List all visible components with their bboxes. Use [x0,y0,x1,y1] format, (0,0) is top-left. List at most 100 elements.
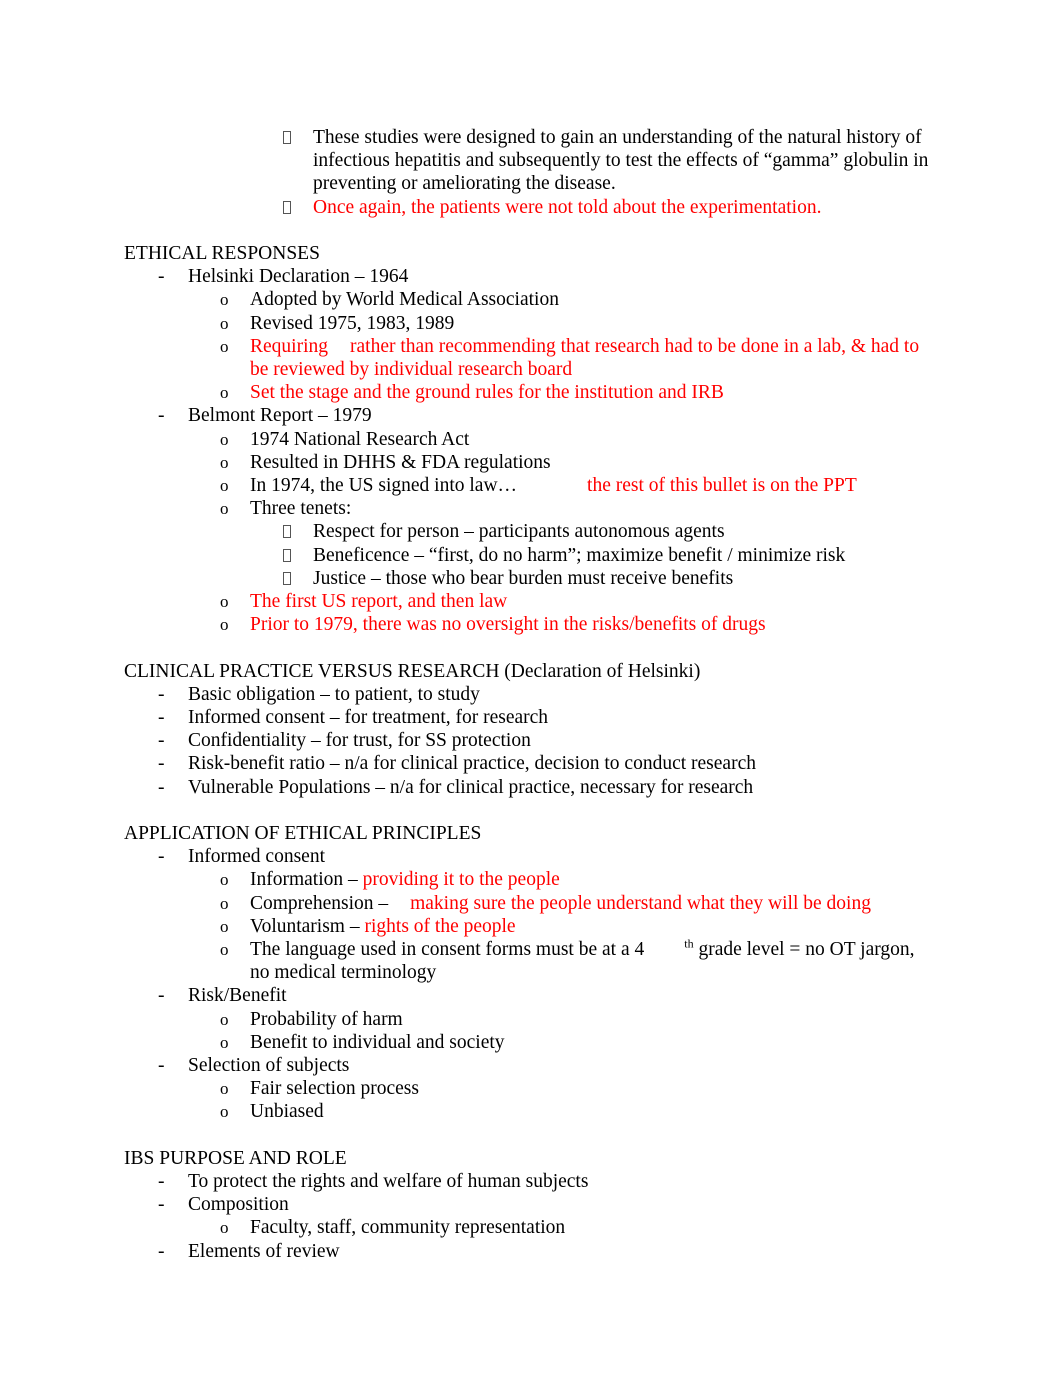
outline-text: Vulnerable Populations – n/a for clinica… [188,776,754,798]
outline-item-level-1: - Vulnerable Populations – n/a for clinic… [158,776,936,799]
outline-text: Unbiased [250,1101,324,1123]
outline-text-primary: Voluntarism – [250,915,360,937]
outline-text-primary: Requiring [250,335,328,357]
outline-item-level-2: o Adopted by World Medical Association [220,288,936,311]
outline-item-level-3: Respect for person – participants autono… [283,520,936,543]
outline-item-level-1: - Basic obligation – to patient, to study [158,683,936,706]
outline-text: Confidentiality – for trust, for SS prot… [188,730,531,752]
outline-text: Three tenets: [250,498,352,520]
outline-text: 1974 National Research Act [250,428,470,450]
section-heading: ETHICAL RESPONSES [124,242,936,265]
bullet-tofu-icon [283,544,313,567]
outline-text: Respect for person – participants autono… [313,521,725,543]
bullet-dash-icon: - [158,1055,165,1077]
outline-text: To protect the rights and welfare of hum… [188,1171,589,1193]
outline-text: Adopted by World Medical Association [250,289,559,311]
ordinal-superscript: th [684,936,694,951]
bullet-o-icon: o [220,1218,229,1238]
bullet-dash-icon: - [158,846,165,868]
outline-item-level-2: o Comprehension – making sure the people u… [220,892,936,915]
outline-text: Informed consent [188,846,325,868]
bullet-tofu-icon [283,196,313,219]
outline-item-level-2: o Voluntarism – rights of the people [220,915,936,938]
bullet-o-icon: o [220,429,229,449]
outline-item-level-1: - Belmont Report – 1979 [158,404,936,427]
missing-glyph-box-icon [283,571,291,585]
bullet-dash-icon: - [158,1171,165,1193]
outline-item-level-3: Justice – those who bear burden must rec… [283,567,936,590]
outline-item-level-2: o The first US report, and then law [220,590,936,613]
bullet-o-icon: o [220,452,229,472]
outline-item-level-2: o Benefit to individual and society [220,1031,936,1054]
bullet-o-icon: o [220,336,229,356]
outline-text: Risk-benefit ratio – n/a for clinical pr… [188,753,756,775]
outline-text: These studies were designed to gain an u… [313,127,929,195]
outline-item-level-2: o The language used in consent forms must… [220,936,936,984]
outline-text: Fair selection process [250,1078,419,1100]
outline-text: ETHICAL RESPONSES [124,243,320,264]
document-body: These studies were designed to gain an u… [124,126,936,1263]
outline-item-level-3: Once again, the patients were not told a… [283,196,936,219]
outline-text: APPLICATION OF ETHICAL PRINCIPLES [124,823,482,845]
section-heading: APPLICATION OF ETHICAL PRINCIPLES [124,822,936,845]
bullet-o-icon: o [220,499,229,519]
outline-item-level-1: - To protect the rights and welfare of hu… [158,1170,936,1193]
outline-text-primary: The language used in consent forms must … [250,939,645,961]
bullet-o-icon: o [220,615,229,635]
outline-text: Belmont Report – 1979 [188,405,372,427]
missing-glyph-box-icon [283,525,291,539]
outline-item-level-2: o Resulted in DHHS & FDA regulations [220,451,936,474]
outline-item-level-2: o Prior to 1979, there was no oversight i… [220,613,936,636]
bullet-o-icon: o [220,476,229,496]
outline-text-secondary: providing it to the people [362,869,560,891]
bullet-o-icon: o [220,940,229,960]
bullet-tofu-icon [283,520,313,543]
bullet-o-icon: o [220,1032,229,1052]
outline-text: Prior to 1979, there was no oversight in… [250,614,766,636]
outline-text-secondary: rights of the people [364,915,516,937]
outline-text-primary: Comprehension – [250,892,389,914]
bullet-o-icon: o [220,1079,229,1099]
outline-text: Selection of subjects [188,1055,350,1077]
outline-item-level-2: o Revised 1975, 1983, 1989 [220,312,936,335]
document-page: These studies were designed to gain an u… [0,0,1062,1377]
bullet-dash-icon: - [158,753,165,775]
outline-text-secondary: rather than recommending that research h… [250,335,920,381]
outline-text: Informed consent – for treatment, for re… [188,707,549,729]
outline-text: Once again, the patients were not told a… [313,196,822,218]
outline-text: Elements of review [188,1240,340,1262]
outline-item-level-2: o Unbiased [220,1100,936,1123]
bullet-tofu-icon [283,567,313,590]
bullet-o-icon: o [220,383,229,403]
bullet-dash-icon: - [158,707,165,729]
bullet-o-icon: o [220,870,229,890]
outline-text: Set the stage and the ground rules for t… [250,382,724,404]
outline-text: Revised 1975, 1983, 1989 [250,312,455,334]
outline-item-level-1: - Confidentiality – for trust, for SS pro… [158,729,936,752]
outline-item-level-3: Beneficence – “first, do no harm”; maxim… [283,544,936,567]
outline-text-secondary: the rest of this bullet is on the PPT [587,475,857,497]
bullet-dash-icon: - [158,985,165,1007]
outline-item-level-2: o In 1974, the US signed into law… the res… [220,474,936,497]
bullet-o-icon: o [220,592,229,612]
bullet-o-icon: o [220,1009,229,1029]
bullet-o-icon: o [220,290,229,310]
outline-item-level-2: o Three tenets: [220,497,936,520]
bullet-o-icon: o [220,313,229,333]
bullet-dash-icon: - [158,266,165,288]
bullet-dash-icon: - [158,1194,165,1216]
bullet-dash-icon: - [158,776,165,798]
outline-text-primary: Information – [250,869,358,891]
outline-text: Benefit to individual and society [250,1031,505,1053]
outline-text: Resulted in DHHS & FDA regulations [250,451,551,473]
outline-item-level-1: - Risk/Benefit [158,984,936,1007]
outline-item-level-1: - Selection of subjects [158,1054,936,1077]
outline-text: Justice – those who bear burden must rec… [313,567,734,589]
outline-item-level-2: o Requiring rather than recommending that … [220,335,936,381]
missing-glyph-box-icon [283,200,291,214]
missing-glyph-box-icon [283,131,291,144]
outline-text: Probability of harm [250,1008,403,1030]
